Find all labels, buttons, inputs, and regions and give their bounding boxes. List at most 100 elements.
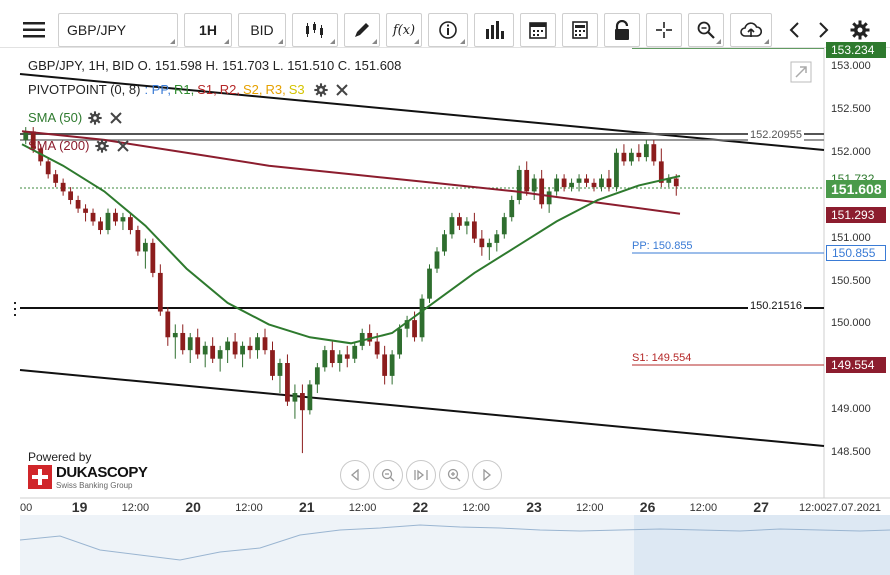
candle-body[interactable] xyxy=(599,178,604,188)
candle-body[interactable] xyxy=(322,350,328,368)
candle-body[interactable] xyxy=(75,199,81,209)
function-icon[interactable]: f(x) xyxy=(386,13,422,47)
calendar-icon[interactable] xyxy=(520,13,556,47)
candle-body[interactable] xyxy=(569,182,574,188)
candle-body[interactable] xyxy=(442,234,447,252)
candle-body[interactable] xyxy=(120,217,126,222)
candle-body[interactable] xyxy=(614,152,619,188)
price-type-selector[interactable]: BID xyxy=(238,13,286,47)
candle-body[interactable] xyxy=(584,178,589,183)
fit-button[interactable] xyxy=(406,460,436,490)
candle-body[interactable] xyxy=(195,337,201,355)
dukascopy-logo[interactable]: DUKASCOPY Swiss Banking Group xyxy=(28,464,148,490)
candle-body[interactable] xyxy=(539,178,545,205)
candle-body[interactable] xyxy=(90,212,96,222)
candle-body[interactable] xyxy=(255,337,260,351)
candle-body[interactable] xyxy=(217,350,223,359)
candle-body[interactable] xyxy=(83,208,88,213)
candle-body[interactable] xyxy=(98,221,103,231)
candle-body[interactable] xyxy=(210,345,216,359)
candle-body[interactable] xyxy=(606,178,612,188)
candle-body[interactable] xyxy=(262,337,268,351)
candle-body[interactable] xyxy=(202,345,208,355)
candle-body[interactable] xyxy=(292,393,298,402)
scroll-right-button[interactable] xyxy=(472,460,502,490)
candle-body[interactable] xyxy=(270,350,275,376)
candle-body[interactable] xyxy=(651,144,657,162)
candle-body[interactable] xyxy=(128,217,133,231)
candle-body[interactable] xyxy=(285,363,290,402)
candle-body[interactable] xyxy=(142,242,148,252)
candle-body[interactable] xyxy=(105,212,111,231)
candle-body[interactable] xyxy=(636,152,642,158)
candle-body[interactable] xyxy=(247,345,253,351)
zoom-in-button[interactable] xyxy=(439,460,469,490)
scroll-left-button[interactable] xyxy=(340,460,370,490)
candle-body[interactable] xyxy=(419,298,425,338)
pivot-gear-icon[interactable] xyxy=(313,82,328,97)
candle-body[interactable] xyxy=(180,332,186,351)
document-icon[interactable] xyxy=(562,13,598,47)
cloud-upload-icon[interactable] xyxy=(730,13,772,47)
hamburger-menu-icon[interactable] xyxy=(16,13,52,47)
candle-body[interactable] xyxy=(643,144,649,158)
candlestick-icon[interactable] xyxy=(292,13,338,47)
symbol-selector[interactable]: GBP/JPY xyxy=(58,13,178,47)
candle-body[interactable] xyxy=(591,182,597,188)
candle-body[interactable] xyxy=(68,191,73,200)
candle-body[interactable] xyxy=(337,354,343,364)
candle-body[interactable] xyxy=(45,161,51,175)
candle-body[interactable] xyxy=(232,341,238,355)
pivot-close-icon[interactable] xyxy=(335,83,348,96)
sma50-gear-icon[interactable] xyxy=(88,110,102,125)
candle-body[interactable] xyxy=(329,350,335,364)
timeframe-selector[interactable]: 1H xyxy=(184,13,232,47)
navigator-window[interactable] xyxy=(634,515,890,575)
candle-body[interactable] xyxy=(135,230,141,252)
candle-body[interactable] xyxy=(157,272,163,312)
candle-body[interactable] xyxy=(554,178,560,192)
candle-body[interactable] xyxy=(471,221,477,239)
pencil-icon[interactable] xyxy=(344,13,380,47)
candle-body[interactable] xyxy=(457,217,462,226)
candle-body[interactable] xyxy=(314,367,320,385)
candle-body[interactable] xyxy=(479,238,485,248)
candle-body[interactable] xyxy=(412,320,417,338)
candle-body[interactable] xyxy=(187,337,193,351)
candle-body[interactable] xyxy=(509,199,515,218)
candle-body[interactable] xyxy=(240,345,245,355)
candle-body[interactable] xyxy=(53,174,59,183)
candle-body[interactable] xyxy=(629,152,634,162)
candle-body[interactable] xyxy=(397,328,402,355)
candle-body[interactable] xyxy=(150,242,156,273)
bar-chart-icon[interactable] xyxy=(474,13,514,47)
candle-body[interactable] xyxy=(172,332,178,338)
candle-body[interactable] xyxy=(434,251,440,269)
candle-body[interactable] xyxy=(352,345,358,359)
crosshair-icon[interactable] xyxy=(646,13,682,47)
candle-body[interactable] xyxy=(546,191,552,205)
zoom-icon[interactable] xyxy=(688,13,724,47)
candle-body[interactable] xyxy=(531,178,537,192)
candle-body[interactable] xyxy=(494,234,500,243)
candle-body[interactable] xyxy=(516,169,522,200)
candle-body[interactable] xyxy=(427,268,432,299)
candle-body[interactable] xyxy=(501,217,507,235)
candle-body[interactable] xyxy=(621,152,627,162)
sma50-close-icon[interactable] xyxy=(110,111,122,124)
candle-body[interactable] xyxy=(60,182,66,192)
candle-body[interactable] xyxy=(673,178,679,187)
candle-body[interactable] xyxy=(449,217,455,235)
candle-body[interactable] xyxy=(576,178,582,183)
candle-body[interactable] xyxy=(344,354,350,359)
zoom-out-button[interactable] xyxy=(373,460,403,490)
info-icon[interactable] xyxy=(428,13,468,47)
candle-body[interactable] xyxy=(277,363,283,376)
candle-body[interactable] xyxy=(225,341,231,351)
lock-icon[interactable] xyxy=(604,13,640,47)
candle-body[interactable] xyxy=(464,221,470,226)
sma200-gear-icon[interactable] xyxy=(95,138,110,153)
candle-body[interactable] xyxy=(300,393,305,411)
left-drag-handle-icon[interactable] xyxy=(14,302,16,316)
sma200-close-icon[interactable] xyxy=(117,139,130,152)
